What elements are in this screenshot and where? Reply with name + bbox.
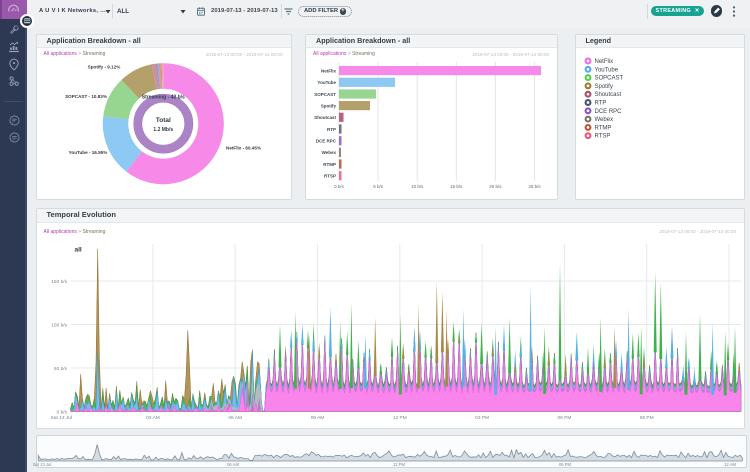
svg-text:YouTube - 16.55%: YouTube - 16.55% [69, 150, 108, 155]
svg-text:03 PM: 03 PM [475, 415, 489, 421]
svg-text:Streaming - 43 b/s: Streaming - 43 b/s [142, 95, 185, 101]
svg-text:RTP: RTP [327, 127, 336, 132]
svg-text:DCE RPC: DCE RPC [316, 139, 337, 144]
svg-text:NetFlix: NetFlix [595, 59, 614, 65]
svg-text:12 AM: 12 AM [724, 462, 736, 467]
svg-text:RTMP: RTMP [595, 125, 612, 131]
svg-text:Webex: Webex [322, 150, 337, 155]
svg-text:NetFlix - 60.45%: NetFlix - 60.45% [226, 146, 261, 151]
svg-text:RTMP: RTMP [323, 162, 336, 167]
svg-text:0 b/s: 0 b/s [334, 184, 345, 189]
svg-text:all: all [75, 247, 82, 254]
svg-text:100 b/s: 100 b/s [51, 322, 67, 328]
svg-text:12 PM: 12 PM [393, 415, 407, 421]
svg-text:RTSP: RTSP [324, 174, 336, 179]
svg-text:Shoutcast: Shoutcast [314, 115, 336, 120]
svg-text:150 b/s: 150 b/s [51, 279, 67, 285]
svg-text:DCE RPC: DCE RPC [595, 109, 623, 115]
svg-text:Shoutcast: Shoutcast [595, 92, 622, 98]
svg-text:20 b/s: 20 b/s [489, 184, 502, 189]
svg-text:YouTube: YouTube [317, 80, 336, 85]
svg-text:03 AM: 03 AM [146, 415, 160, 421]
svg-text:09 PM: 09 PM [640, 415, 654, 421]
svg-text:0 b/s: 0 b/s [57, 409, 68, 415]
svg-text:06 PM: 06 PM [557, 415, 571, 421]
svg-text:Sat 13 Jul: Sat 13 Jul [51, 415, 72, 421]
svg-text:25 b/s: 25 b/s [528, 184, 541, 189]
svg-text:10 b/s: 10 b/s [411, 184, 424, 189]
svg-text:12 PM: 12 PM [393, 462, 406, 467]
svg-text:SOPCAST - 10.83%: SOPCAST - 10.83% [65, 94, 107, 99]
svg-text:NetFlix: NetFlix [321, 68, 337, 73]
svg-text:SOPCAST: SOPCAST [314, 92, 336, 97]
svg-text:06 PM: 06 PM [559, 462, 572, 467]
svg-text:5 b/s: 5 b/s [373, 184, 384, 189]
svg-text:RTSP: RTSP [595, 134, 611, 140]
svg-text:Spotify: Spotify [321, 103, 337, 108]
svg-text:Spotify: Spotify [595, 84, 613, 90]
svg-text:06 AM: 06 AM [228, 415, 242, 421]
svg-text:RTP: RTP [595, 101, 607, 107]
svg-text:Webex: Webex [595, 117, 614, 123]
svg-text:Spotify - 9.12%: Spotify - 9.12% [88, 65, 121, 70]
svg-text:50 b/s: 50 b/s [54, 366, 68, 372]
svg-text:15 b/s: 15 b/s [450, 184, 463, 189]
svg-text:1.2 Mb/s: 1.2 Mb/s [153, 127, 173, 133]
svg-text:Total: Total [156, 117, 171, 124]
svg-text:06 AM: 06 AM [227, 462, 239, 467]
svg-text:09 AM: 09 AM [311, 415, 325, 421]
svg-text:YouTube: YouTube [595, 67, 619, 73]
svg-text:SOPCAST: SOPCAST [595, 76, 624, 82]
svg-text:Sat 13 Jul: Sat 13 Jul [33, 462, 52, 467]
